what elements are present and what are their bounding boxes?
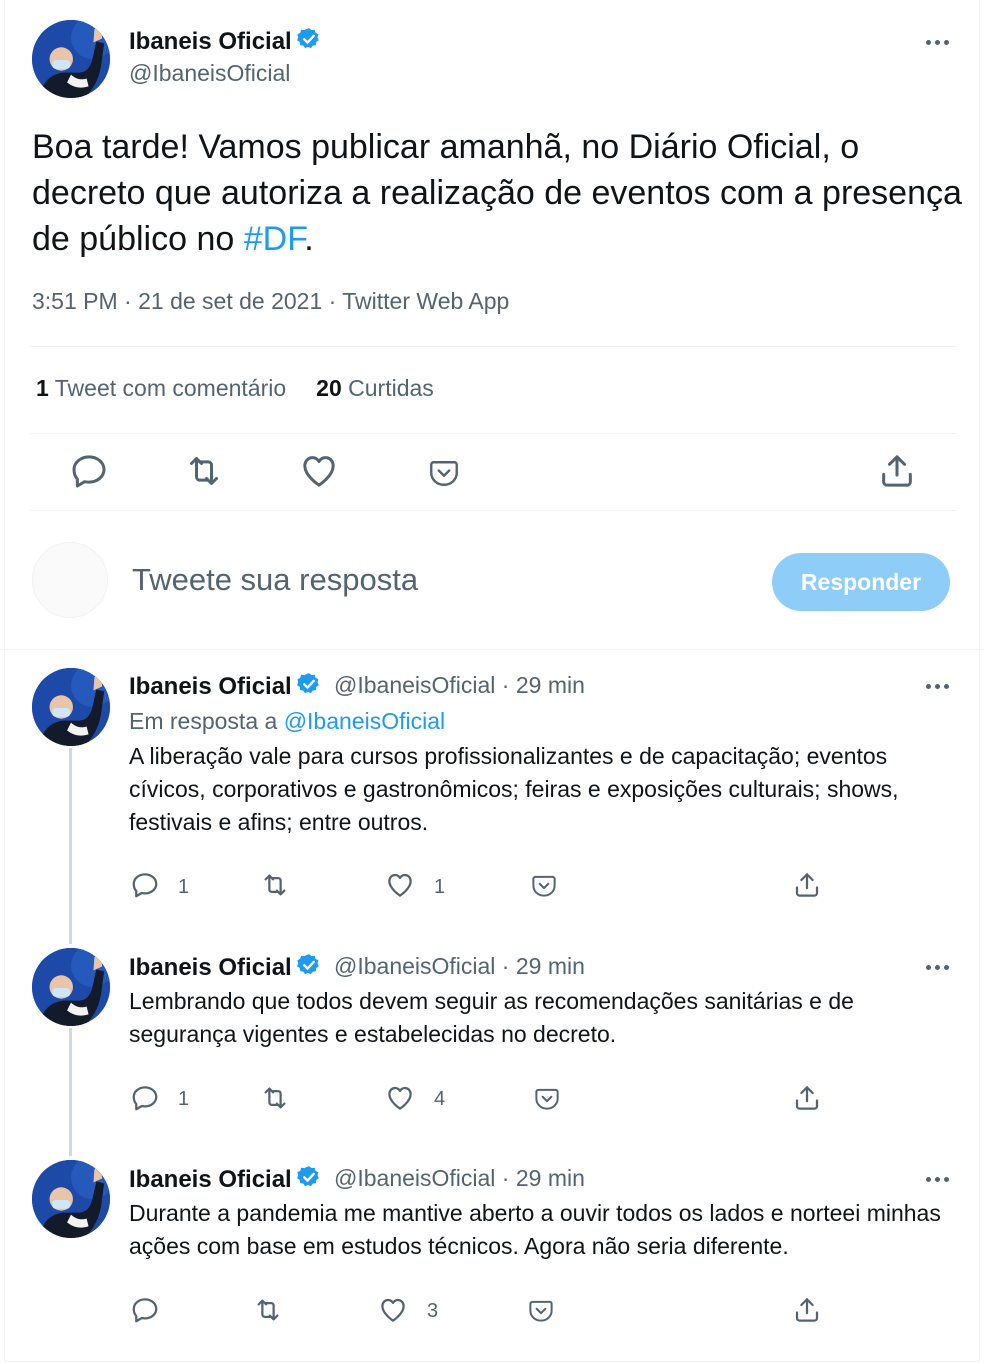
- reply-icon[interactable]: [130, 870, 160, 900]
- handle-time[interactable]: @IbaneisOficial · 29 min: [334, 953, 585, 980]
- share-icon[interactable]: [792, 870, 822, 900]
- like-icon[interactable]: [385, 870, 415, 900]
- retweet-icon[interactable]: [253, 1295, 283, 1325]
- save-icon[interactable]: [529, 870, 559, 900]
- thread-connector: [69, 748, 72, 944]
- display-name[interactable]: Ibaneis Oficial: [129, 1164, 322, 1194]
- retweet-icon[interactable]: [260, 1083, 290, 1113]
- tweet-stats: 1 Tweet com comentário 20 Curtidas: [36, 375, 434, 402]
- quote-label: Tweet com comentário: [54, 375, 287, 401]
- avatar[interactable]: [32, 1160, 110, 1238]
- like-label: Curtidas: [348, 375, 434, 401]
- reply-to-link[interactable]: @IbaneisOficial: [284, 708, 445, 734]
- reply-icon[interactable]: [69, 451, 109, 491]
- verified-badge-icon: [296, 1164, 322, 1190]
- reply-avatar: [32, 542, 108, 618]
- display-name[interactable]: Ibaneis Oficial: [129, 952, 322, 982]
- divider: [30, 510, 956, 511]
- display-name[interactable]: Ibaneis Oficial: [129, 26, 322, 56]
- verified-badge-icon: [296, 26, 322, 52]
- reply-count: 1: [178, 1088, 190, 1110]
- reply-text: Durante a pandemia me mantive aberto a o…: [129, 1200, 941, 1259]
- display-name-text: Ibaneis Oficial: [129, 673, 292, 700]
- reply-context: Em resposta a @IbaneisOficial: [129, 708, 445, 735]
- avatar-image: [32, 1160, 110, 1238]
- quote-count: 1: [36, 375, 49, 401]
- reply-context-label: Em resposta a: [129, 708, 284, 734]
- avatar-image: [32, 20, 110, 98]
- main-tweet: Ibaneis Oficial @IbaneisOficial Boa tard…: [0, 0, 984, 650]
- like-count: 20: [316, 375, 342, 401]
- tweet-text: Boa tarde! Vamos publicar amanhã, no Diá…: [32, 124, 962, 262]
- save-icon[interactable]: [426, 454, 462, 490]
- hashtag-link[interactable]: #DF: [244, 220, 304, 258]
- like-icon[interactable]: [378, 1295, 408, 1325]
- verified-badge-icon: [296, 671, 322, 697]
- avatar-image: [32, 668, 110, 746]
- display-name[interactable]: Ibaneis Oficial: [129, 671, 322, 701]
- reply-text: Lembrando que todos devem seguir as reco…: [129, 988, 854, 1047]
- reply-icon[interactable]: [130, 1295, 160, 1325]
- retweet-icon[interactable]: [260, 870, 290, 900]
- verified-badge-icon: [296, 952, 322, 978]
- reply-input[interactable]: Tweete sua resposta: [132, 562, 418, 598]
- like-count: 1: [434, 876, 446, 898]
- divider: [30, 433, 956, 434]
- avatar[interactable]: [32, 948, 110, 1026]
- save-icon[interactable]: [532, 1083, 562, 1113]
- reply-count: 1: [178, 876, 190, 898]
- divider: [30, 346, 956, 347]
- avatar-image: [32, 948, 110, 1026]
- display-name-text: Ibaneis Oficial: [129, 28, 292, 55]
- like-icon[interactable]: [385, 1083, 415, 1113]
- user-handle[interactable]: @IbaneisOficial: [129, 60, 290, 87]
- avatar[interactable]: [32, 20, 110, 98]
- share-icon[interactable]: [792, 1083, 822, 1113]
- tweet-text-body: Boa tarde! Vamos publicar amanhã, no Diá…: [32, 128, 962, 258]
- display-name-text: Ibaneis Oficial: [129, 954, 292, 981]
- save-icon[interactable]: [526, 1295, 556, 1325]
- reply-icon[interactable]: [130, 1083, 160, 1113]
- reply-text: A liberação vale para cursos profissiona…: [129, 743, 899, 835]
- likes-link[interactable]: 20 Curtidas: [316, 375, 434, 401]
- handle-time[interactable]: @IbaneisOficial · 29 min: [334, 1165, 585, 1192]
- retweet-icon[interactable]: [184, 451, 224, 491]
- like-icon[interactable]: [299, 451, 339, 491]
- reply-button[interactable]: Responder: [772, 553, 950, 611]
- tweet-meta[interactable]: 3:51 PM · 21 de set de 2021 · Twitter We…: [32, 288, 509, 315]
- handle-time[interactable]: @IbaneisOficial · 29 min: [334, 672, 585, 699]
- like-count: 4: [434, 1088, 446, 1110]
- more-options-icon[interactable]: [924, 957, 954, 977]
- share-icon[interactable]: [877, 451, 917, 491]
- avatar[interactable]: [32, 668, 110, 746]
- display-name-text: Ibaneis Oficial: [129, 1166, 292, 1193]
- thread-connector: [69, 1028, 72, 1156]
- tweet-text-end: .: [304, 220, 314, 258]
- more-options-icon[interactable]: [924, 32, 954, 52]
- like-count: 3: [427, 1300, 439, 1322]
- share-icon[interactable]: [792, 1295, 822, 1325]
- quote-tweets-link[interactable]: 1 Tweet com comentário: [36, 375, 286, 401]
- more-options-icon[interactable]: [924, 1169, 954, 1189]
- more-options-icon[interactable]: [924, 676, 954, 696]
